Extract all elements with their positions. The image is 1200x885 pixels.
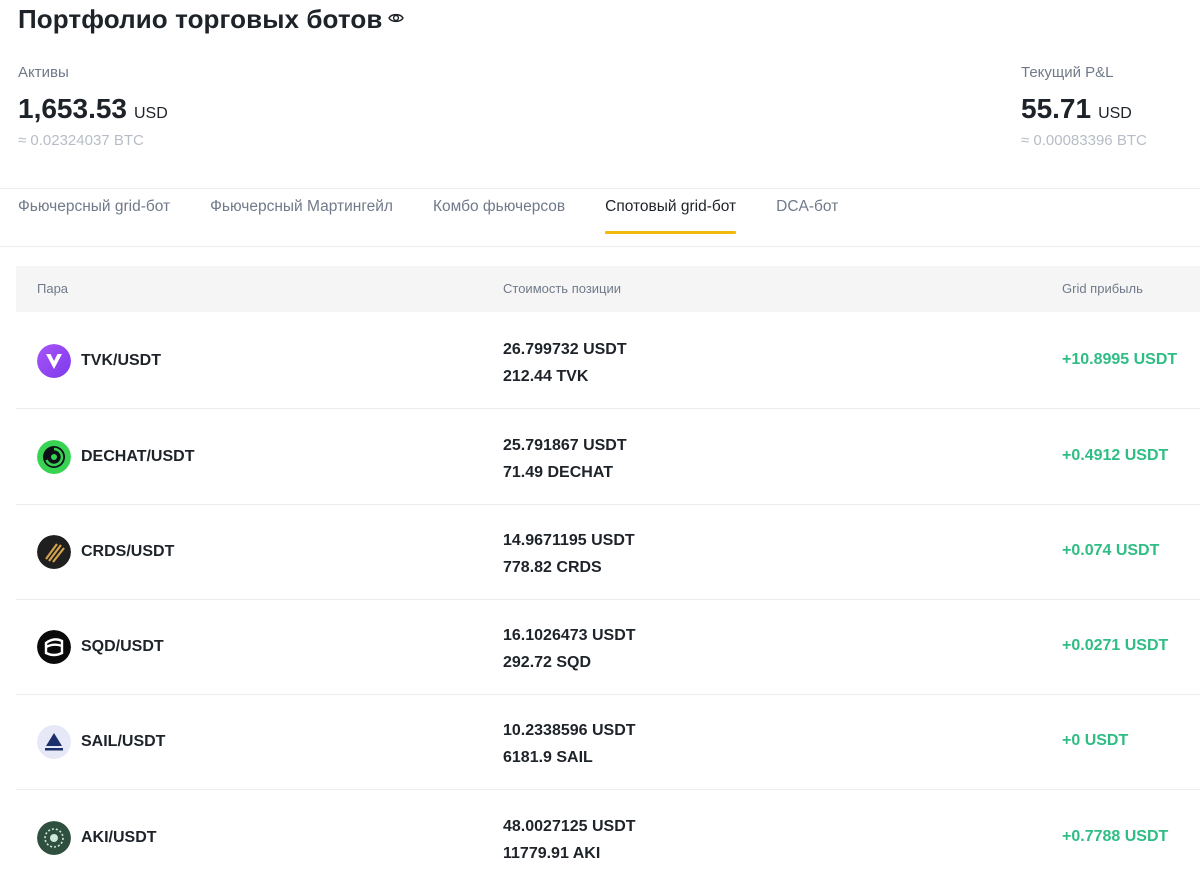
pnl-btc-approx: ≈ 0.00083396 BTC xyxy=(1021,132,1147,149)
column-header-pair[interactable]: Пара xyxy=(37,281,68,296)
pair-name: AKI/USDT xyxy=(81,829,157,846)
pnl-summary: Текущий P&L 55.71 USD ≈ 0.00083396 BTC xyxy=(1021,64,1147,149)
pnl-value: 55.71 xyxy=(1021,93,1092,124)
aki-icon xyxy=(37,821,71,855)
bot-type-tabs: Фьючерсный grid-бот Фьючерсный Мартингей… xyxy=(18,198,878,234)
position-value-usdt: 14.9671195 USDT xyxy=(503,532,635,549)
page-title-row: Портфолио торговых ботов xyxy=(18,4,405,35)
table-row[interactable]: TVK/USDT 26.799732 USDT 212.44 TVK +10.8… xyxy=(16,313,1200,409)
tab-futures-combo[interactable]: Комбо фьючерсов xyxy=(433,198,565,232)
sqd-icon xyxy=(37,630,71,664)
assets-summary: Активы 1,653.53 USD ≈ 0.02324037 BTC xyxy=(18,64,168,149)
tab-spot-grid[interactable]: Спотовый grid-бот xyxy=(605,198,737,234)
pair-name: DECHAT/USDT xyxy=(81,448,195,465)
position-value-usdt: 16.1026473 USDT xyxy=(503,627,636,644)
assets-label: Активы xyxy=(18,64,69,81)
grid-profit: +0.074 USDT xyxy=(1062,542,1160,559)
dechat-icon xyxy=(37,440,71,474)
column-header-grid-profit[interactable]: Grid прибыль xyxy=(1062,281,1143,296)
position-amount: 6181.9 SAIL xyxy=(503,749,593,766)
pair-name: TVK/USDT xyxy=(81,352,161,369)
table-row[interactable]: SAIL/USDT 10.2338596 USDT 6181.9 SAIL +0… xyxy=(16,694,1200,790)
divider xyxy=(0,246,1200,247)
table-header: Пара Стоимость позиции Grid прибыль xyxy=(16,266,1200,312)
pnl-currency: USD xyxy=(1098,105,1132,122)
crds-icon xyxy=(37,535,71,569)
page-title: Портфолио торговых ботов xyxy=(18,4,383,34)
table-row[interactable]: CRDS/USDT 14.9671195 USDT 778.82 CRDS +0… xyxy=(16,504,1200,600)
position-value-usdt: 10.2338596 USDT xyxy=(503,722,636,739)
position-amount: 71.49 DECHAT xyxy=(503,464,613,481)
pnl-label: Текущий P&L xyxy=(1021,64,1114,81)
position-amount: 212.44 TVK xyxy=(503,368,589,385)
position-value-usdt: 25.791867 USDT xyxy=(503,437,627,454)
grid-profit: +0.0271 USDT xyxy=(1062,637,1169,654)
eye-icon[interactable] xyxy=(388,10,405,26)
grid-profit: +0.4912 USDT xyxy=(1062,447,1169,464)
assets-value: 1,653.53 xyxy=(18,93,127,124)
tab-dca[interactable]: DCA-бот xyxy=(776,198,838,232)
pair-name: SAIL/USDT xyxy=(81,733,166,750)
position-value-usdt: 48.0027125 USDT xyxy=(503,818,636,835)
tab-futures-grid[interactable]: Фьючерсный grid-бот xyxy=(18,198,170,232)
pair-name: CRDS/USDT xyxy=(81,543,175,560)
table-row[interactable]: DECHAT/USDT 25.791867 USDT 71.49 DECHAT … xyxy=(16,409,1200,505)
position-amount: 778.82 CRDS xyxy=(503,559,602,576)
table-row[interactable]: AKI/USDT 48.0027125 USDT 11779.91 AKI +0… xyxy=(16,790,1200,885)
tvk-icon xyxy=(37,344,71,378)
assets-btc-approx: ≈ 0.02324037 BTC xyxy=(18,132,144,149)
position-amount: 292.72 SQD xyxy=(503,654,592,671)
grid-profit: +0.7788 USDT xyxy=(1062,828,1169,845)
position-value-usdt: 26.799732 USDT xyxy=(503,341,627,358)
divider xyxy=(0,188,1200,189)
table-row[interactable]: SQD/USDT 16.1026473 USDT 292.72 SQD +0.0… xyxy=(16,599,1200,695)
assets-currency: USD xyxy=(134,105,168,122)
tab-futures-martingale[interactable]: Фьючерсный Мартингейл xyxy=(210,198,393,232)
grid-profit: +0 USDT xyxy=(1062,732,1129,749)
pair-name: SQD/USDT xyxy=(81,638,164,655)
grid-profit: +10.8995 USDT xyxy=(1062,351,1178,368)
sail-icon xyxy=(37,725,71,759)
column-header-position-value[interactable]: Стоимость позиции xyxy=(503,281,621,296)
